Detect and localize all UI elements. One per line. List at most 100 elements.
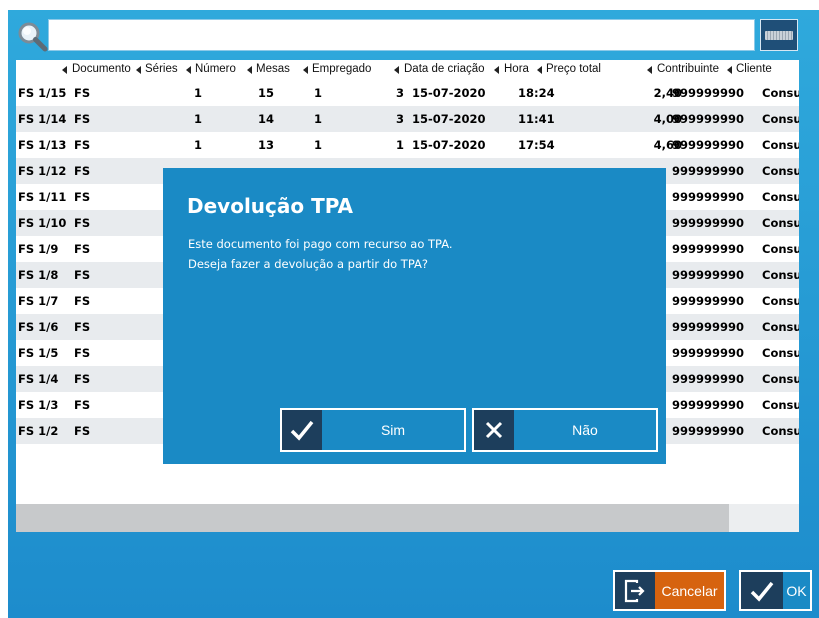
header-documento[interactable]: Documento [72, 63, 131, 75]
cell-documento: FS 1/6 [18, 320, 59, 334]
cell-numero: 1 [194, 86, 203, 100]
dialog-message: Este documento foi pago com recurso ao T… [188, 234, 453, 274]
cell-serie: FS [74, 398, 91, 412]
cell-data: 15-07-2020 [412, 138, 486, 152]
cell-cliente: Consun [762, 424, 799, 438]
cell-preco: 4,60 [653, 138, 682, 152]
sort-arrow-icon[interactable] [136, 66, 141, 74]
cell-documento: FS 1/3 [18, 398, 59, 412]
cell-serie: FS [74, 112, 91, 126]
cell-mesa: 13 [257, 138, 274, 152]
cell-cliente: Consun [762, 242, 799, 256]
close-icon [474, 410, 514, 450]
cell-cliente: Consun [762, 138, 799, 152]
ok-button-label: OK [783, 572, 810, 609]
cell-contribuinte: 999999990 [672, 320, 745, 334]
cell-data: 15-07-2020 [412, 86, 486, 100]
cell-documento: FS 1/14 [18, 112, 67, 126]
cell-cliente: Consun [762, 372, 799, 386]
cell-serie: FS [74, 190, 91, 204]
sim-button-label: Sim [380, 422, 406, 438]
header-numero[interactable]: Número [195, 63, 236, 75]
cell-contribuinte: 999999990 [672, 138, 745, 152]
sort-arrow-icon[interactable] [727, 66, 732, 74]
cell-contribuinte: 999999990 [672, 190, 745, 204]
header-data[interactable]: Data de criação [404, 63, 485, 75]
sort-arrow-icon[interactable] [394, 66, 399, 74]
cell-contribuinte: 999999990 [672, 242, 745, 256]
table-row[interactable]: FS 1/13 FS 1 13 1 1 15-07-2020 17:54 4,60 9999999… [16, 132, 799, 158]
cell-hora: 17:54 [518, 138, 555, 152]
cell-serie: FS [74, 320, 91, 334]
search-icon[interactable] [16, 20, 50, 54]
sort-arrow-icon[interactable] [537, 66, 542, 74]
cell-preco: 2,40 [653, 86, 682, 100]
ok-button[interactable]: OK [739, 570, 812, 611]
check-icon [282, 410, 322, 450]
nao-button-label: Não [572, 422, 598, 438]
cell-documento: FS 1/13 [18, 138, 67, 152]
cell-cliente: Consun [762, 294, 799, 308]
keyboard-icon [765, 30, 793, 40]
sort-arrow-icon[interactable] [647, 66, 652, 74]
devolucao-tpa-dialog: Devolução TPA Este documento foi pago co… [163, 168, 666, 464]
sort-arrow-icon[interactable] [494, 66, 499, 74]
table-row[interactable]: FS 1/15 FS 1 15 1 3 15-07-2020 18:24 2,40 9999999… [16, 80, 799, 106]
cancel-button[interactable]: Cancelar [613, 570, 726, 611]
header-series[interactable]: Séries [145, 63, 178, 75]
cell-preco: 4,00 [653, 112, 682, 126]
cell-data: 15-07-2020 [412, 112, 486, 126]
keyboard-button[interactable] [760, 19, 798, 51]
horizontal-scrollbar[interactable] [16, 504, 729, 532]
cell-contribuinte: 999999990 [672, 372, 745, 386]
cell-documento: FS 1/15 [18, 86, 67, 100]
sort-arrow-icon[interactable] [186, 66, 191, 74]
cell-empregado: 3 [395, 112, 404, 126]
header-empregado[interactable]: Empregado [312, 63, 371, 75]
nao-button[interactable]: Não [472, 408, 658, 452]
cell-documento: FS 1/2 [18, 424, 59, 438]
cell-numero: 1 [194, 112, 203, 126]
dialog-message-line-1: Este documento foi pago com recurso ao T… [188, 237, 453, 251]
cell-documento: FS 1/12 [18, 164, 67, 178]
sort-arrow-icon[interactable] [62, 66, 67, 74]
cell-cliente: Consun [762, 86, 799, 100]
header-hora[interactable]: Hora [504, 63, 529, 75]
header-preco[interactable]: Preço total [546, 63, 601, 75]
cell-cliente: Consun [762, 398, 799, 412]
cell-documento: FS 1/4 [18, 372, 59, 386]
cell-contribuinte: 999999990 [672, 294, 745, 308]
cell-documento: FS 1/7 [18, 294, 59, 308]
cell-mesa: 15 [257, 86, 274, 100]
cell-serie: FS [74, 138, 91, 152]
cell-contribuinte: 999999990 [672, 86, 745, 100]
cell-contribuinte: 999999990 [672, 346, 745, 360]
cell-serie: FS [74, 346, 91, 360]
cell-contribuinte: 999999990 [672, 398, 745, 412]
sort-arrow-icon[interactable] [303, 66, 308, 74]
header-cliente[interactable]: Cliente [736, 63, 772, 75]
cell-mesas: 1 [314, 138, 323, 152]
sort-arrow-icon[interactable] [247, 66, 252, 74]
table-row[interactable]: FS 1/14 FS 1 14 1 3 15-07-2020 11:41 4,00 9999999… [16, 106, 799, 132]
cell-cliente: Consun [762, 164, 799, 178]
cell-serie: FS [74, 372, 91, 386]
cell-documento: FS 1/5 [18, 346, 59, 360]
cell-contribuinte: 999999990 [672, 164, 745, 178]
header-mesas[interactable]: Mesas [256, 63, 290, 75]
cell-mesas: 1 [314, 86, 323, 100]
cell-cliente: Consun [762, 268, 799, 282]
cell-documento: FS 1/9 [18, 242, 59, 256]
header-contribuinte[interactable]: Contribuinte [657, 63, 719, 75]
sim-button[interactable]: Sim [280, 408, 466, 452]
cell-empregado: 3 [395, 86, 404, 100]
dialog-title: Devolução TPA [187, 194, 354, 218]
cell-serie: FS [74, 268, 91, 282]
cell-serie: FS [74, 164, 91, 178]
cancel-button-label: Cancelar [655, 572, 724, 609]
search-input[interactable] [48, 19, 755, 51]
cell-serie: FS [74, 86, 91, 100]
check-icon [741, 572, 783, 609]
cell-cliente: Consun [762, 216, 799, 230]
exit-icon [615, 572, 655, 609]
